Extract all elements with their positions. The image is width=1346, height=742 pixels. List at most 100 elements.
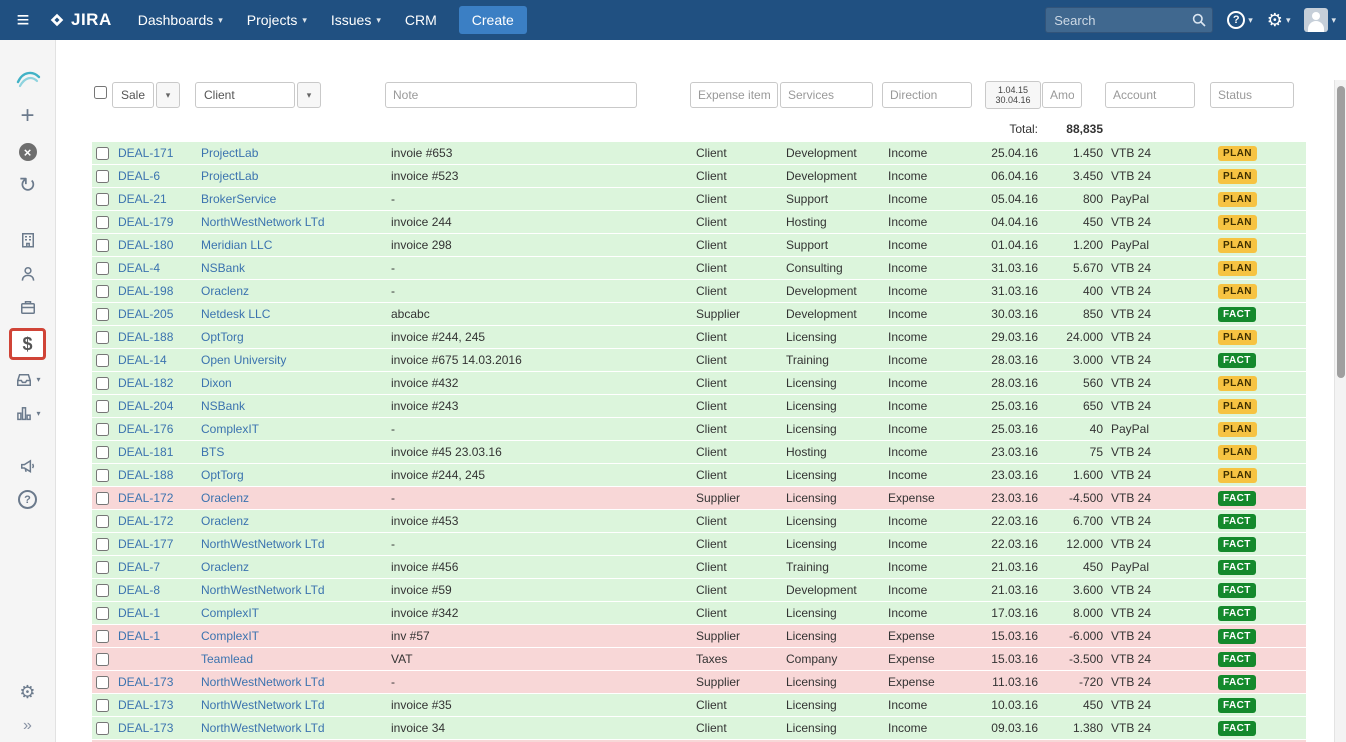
company-link[interactable]: ComplexIT [201, 422, 259, 436]
sale-filter-dropdown-button[interactable]: ▾ [156, 82, 180, 108]
sidebar-item-products[interactable]: ▾ [14, 369, 40, 389]
company-link[interactable]: BTS [201, 445, 224, 459]
deal-link[interactable]: DEAL-4 [118, 261, 160, 275]
crm-logo-icon[interactable] [15, 68, 41, 90]
deal-link[interactable]: DEAL-176 [118, 422, 173, 436]
row-checkbox[interactable] [96, 377, 109, 390]
direction-filter-input[interactable] [882, 82, 972, 108]
admin-settings-menu[interactable]: ⚙ ▾ [1267, 11, 1291, 29]
deal-link[interactable]: DEAL-181 [118, 445, 173, 459]
client-filter-dropdown-button[interactable]: ▾ [297, 82, 321, 108]
company-link[interactable]: Dixon [201, 376, 232, 390]
deal-link[interactable]: DEAL-1 [118, 606, 160, 620]
deal-link[interactable]: DEAL-173 [118, 698, 173, 712]
deal-link[interactable]: DEAL-205 [118, 307, 173, 321]
expense-items-filter-input[interactable] [690, 82, 778, 108]
row-checkbox[interactable] [96, 538, 109, 551]
row-checkbox[interactable] [96, 653, 109, 666]
company-link[interactable]: Oraclenz [201, 560, 249, 574]
company-link[interactable]: NorthWestNetwork LTd [201, 675, 325, 689]
account-filter-input[interactable] [1105, 82, 1195, 108]
help-menu[interactable]: ? ▾ [1227, 11, 1253, 29]
search-icon[interactable] [1191, 12, 1207, 28]
company-link[interactable]: NorthWestNetwork LTd [201, 583, 325, 597]
redo-icon[interactable]: ↻ [19, 175, 37, 196]
row-checkbox[interactable] [96, 400, 109, 413]
company-link[interactable]: NorthWestNetwork LTd [201, 721, 325, 735]
company-link[interactable]: NorthWestNetwork LTd [201, 215, 325, 229]
deal-link[interactable]: DEAL-188 [118, 468, 173, 482]
vertical-scrollbar[interactable] [1334, 80, 1346, 742]
deal-link[interactable]: DEAL-188 [118, 330, 173, 344]
sidebar-item-cases[interactable] [18, 297, 38, 317]
jira-logo[interactable]: JIRA [48, 10, 112, 30]
deal-link[interactable]: DEAL-173 [118, 721, 173, 735]
amount-filter-input[interactable] [1042, 82, 1082, 108]
deal-link[interactable]: DEAL-21 [118, 192, 167, 206]
company-link[interactable]: ProjectLab [201, 169, 258, 183]
scrollbar-thumb[interactable] [1337, 86, 1345, 378]
sale-filter-value[interactable]: Sale [112, 82, 154, 108]
row-checkbox[interactable] [96, 239, 109, 252]
deal-link[interactable]: DEAL-179 [118, 215, 173, 229]
row-checkbox[interactable] [96, 423, 109, 436]
row-checkbox[interactable] [96, 331, 109, 344]
company-link[interactable]: Meridian LLC [201, 238, 272, 252]
deal-link[interactable]: DEAL-198 [118, 284, 173, 298]
deal-link[interactable]: DEAL-180 [118, 238, 173, 252]
company-link[interactable]: ComplexIT [201, 629, 259, 643]
user-profile-menu[interactable]: ▾ [1304, 8, 1336, 32]
row-checkbox[interactable] [96, 722, 109, 735]
company-link[interactable]: Oraclenz [201, 514, 249, 528]
row-checkbox[interactable] [96, 630, 109, 643]
row-checkbox[interactable] [96, 170, 109, 183]
deal-link[interactable]: DEAL-1 [118, 629, 160, 643]
remove-icon[interactable]: × [19, 143, 37, 161]
company-link[interactable]: NSBank [201, 261, 245, 275]
company-link[interactable]: NSBank [201, 399, 245, 413]
deal-link[interactable]: DEAL-172 [118, 491, 173, 505]
add-icon[interactable]: + [20, 104, 34, 128]
status-filter-input[interactable] [1210, 82, 1294, 108]
company-link[interactable]: ProjectLab [201, 146, 258, 160]
row-checkbox[interactable] [96, 216, 109, 229]
client-filter-value[interactable]: Client [195, 82, 295, 108]
sidebar-item-reports[interactable]: ▾ [14, 403, 40, 423]
row-checkbox[interactable] [96, 515, 109, 528]
deal-link[interactable]: DEAL-7 [118, 560, 160, 574]
deal-link[interactable]: DEAL-173 [118, 675, 173, 689]
company-link[interactable]: Oraclenz [201, 491, 249, 505]
sidebar-item-companies[interactable] [18, 230, 38, 250]
sidebar-item-feedback[interactable] [18, 456, 38, 476]
deal-link[interactable]: DEAL-172 [118, 514, 173, 528]
company-link[interactable]: Open University [201, 353, 286, 367]
services-filter-input[interactable] [780, 82, 873, 108]
row-checkbox[interactable] [96, 699, 109, 712]
deal-link[interactable]: DEAL-171 [118, 146, 173, 160]
company-link[interactable]: OptTorg [201, 330, 244, 344]
company-link[interactable]: Oraclenz [201, 284, 249, 298]
deal-link[interactable]: DEAL-8 [118, 583, 160, 597]
sidebar-item-transactions[interactable]: $ [9, 328, 45, 360]
nav-dashboards[interactable]: Dashboards▾ [126, 0, 235, 40]
row-checkbox[interactable] [96, 262, 109, 275]
deal-link[interactable]: DEAL-177 [118, 537, 173, 551]
nav-projects[interactable]: Projects▾ [235, 0, 319, 40]
company-link[interactable]: OptTorg [201, 468, 244, 482]
row-checkbox[interactable] [96, 285, 109, 298]
sidebar-item-contacts[interactable] [18, 264, 38, 284]
company-link[interactable]: Netdesk LLC [201, 307, 270, 321]
row-checkbox[interactable] [96, 561, 109, 574]
date-range-filter[interactable]: 1.04.15 30.04.16 [985, 81, 1041, 109]
company-link[interactable]: BrokerService [201, 192, 276, 206]
row-checkbox[interactable] [96, 308, 109, 321]
company-link[interactable]: Teamlead [201, 652, 253, 666]
row-checkbox[interactable] [96, 469, 109, 482]
deal-link[interactable]: DEAL-182 [118, 376, 173, 390]
row-checkbox[interactable] [96, 446, 109, 459]
search-input[interactable] [1045, 7, 1213, 33]
row-checkbox[interactable] [96, 584, 109, 597]
deal-link[interactable]: DEAL-14 [118, 353, 167, 367]
select-all-checkbox[interactable] [94, 86, 107, 99]
note-filter-input[interactable] [385, 82, 637, 108]
